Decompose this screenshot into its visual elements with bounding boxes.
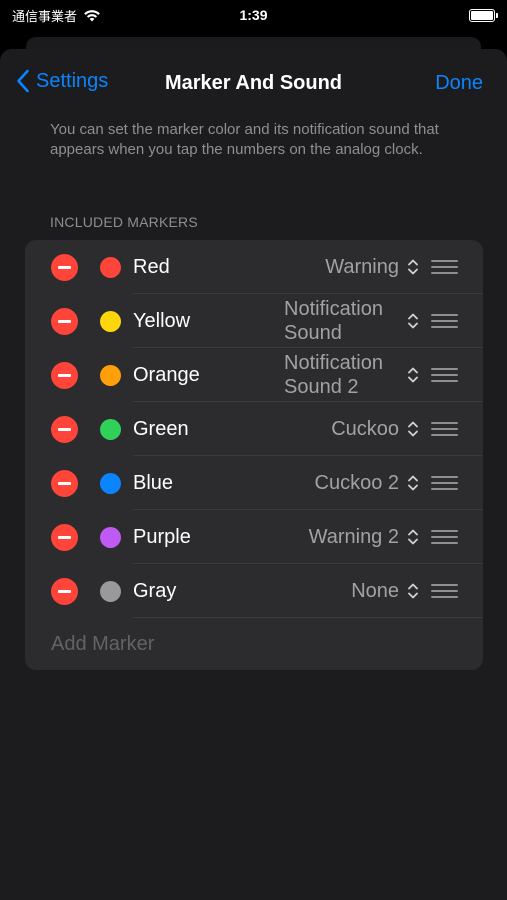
navigation-bar: Settings Marker And Sound Done	[0, 49, 507, 119]
carrier-label: 通信事業者	[12, 8, 78, 24]
sound-picker[interactable]: Notification Sound	[284, 297, 419, 345]
delete-marker-button[interactable]	[51, 416, 78, 443]
minus-icon	[58, 482, 71, 485]
sound-label: Notification Sound	[284, 298, 383, 344]
sound-picker[interactable]: Warning 2	[309, 525, 419, 549]
reorder-handle-icon[interactable]	[431, 368, 458, 382]
sound-label: Warning 2	[308, 526, 399, 548]
marker-color-dot	[100, 419, 121, 440]
marker-row: Yellow Notification Sound	[25, 294, 483, 348]
reorder-handle-icon[interactable]	[431, 584, 458, 598]
status-left: 通信事業者	[12, 6, 101, 25]
reorder-handle-icon[interactable]	[431, 422, 458, 436]
delete-marker-button[interactable]	[51, 362, 78, 389]
marker-name: Orange	[133, 363, 200, 386]
reorder-handle-icon[interactable]	[431, 314, 458, 328]
chevron-up-down-icon	[408, 583, 418, 599]
chevron-up-down-icon	[408, 367, 418, 383]
marker-row: Blue Cuckoo 2	[25, 456, 483, 510]
section-header: INCLUDED MARKERS	[50, 214, 198, 230]
marker-color-dot	[100, 311, 121, 332]
marker-name: Blue	[133, 471, 174, 494]
marker-row: Red Warning	[25, 240, 483, 294]
marker-color-dot	[100, 365, 121, 386]
wifi-icon	[84, 9, 100, 21]
status-bar: 通信事業者 1:39	[0, 0, 507, 30]
minus-icon	[58, 374, 71, 377]
done-button[interactable]: Done	[435, 72, 483, 95]
delete-marker-button[interactable]	[51, 470, 78, 497]
marker-name: Yellow	[133, 309, 191, 332]
delete-marker-button[interactable]	[51, 524, 78, 551]
chevron-up-down-icon	[408, 421, 418, 437]
marker-color-dot	[100, 527, 121, 548]
battery-icon	[469, 8, 498, 22]
minus-icon	[58, 266, 71, 269]
sound-label: Warning	[325, 256, 399, 278]
marker-name: Red	[133, 255, 170, 278]
reorder-handle-icon[interactable]	[431, 530, 458, 544]
minus-icon	[58, 428, 71, 431]
sound-picker[interactable]: Warning	[325, 255, 419, 279]
delete-marker-button[interactable]	[51, 308, 78, 335]
marker-row: Gray None	[25, 564, 483, 618]
sound-label: None	[351, 580, 399, 602]
marker-name: Gray	[133, 579, 177, 602]
sound-picker[interactable]: Notification Sound 2	[284, 351, 419, 399]
page-title: Marker And Sound	[164, 72, 343, 94]
reorder-handle-icon[interactable]	[431, 260, 458, 274]
marker-row: Orange Notification Sound 2	[25, 348, 483, 402]
marker-row: Green Cuckoo	[25, 402, 483, 456]
marker-row: Purple Warning 2	[25, 510, 483, 564]
sound-label: Cuckoo	[331, 418, 399, 440]
marker-color-dot	[100, 473, 121, 494]
delete-marker-button[interactable]	[51, 578, 78, 605]
marker-color-dot	[100, 257, 121, 278]
markers-list: Red Warning Yellow Notification Sound Orange…	[25, 240, 483, 670]
sound-picker[interactable]: Cuckoo	[331, 417, 419, 441]
chevron-up-down-icon	[408, 529, 418, 545]
add-marker-button[interactable]: Add Marker	[25, 618, 483, 670]
sound-picker[interactable]: Cuckoo 2	[315, 471, 420, 495]
marker-color-dot	[100, 581, 121, 602]
chevron-up-down-icon	[408, 259, 418, 275]
reorder-handle-icon[interactable]	[431, 476, 458, 490]
chevron-up-down-icon	[408, 313, 418, 329]
delete-marker-button[interactable]	[51, 254, 78, 281]
chevron-up-down-icon	[408, 475, 418, 491]
sound-label: Cuckoo 2	[314, 472, 400, 494]
minus-icon	[58, 590, 71, 593]
sound-picker[interactable]: None	[351, 579, 419, 603]
sound-label: Notification Sound 2	[284, 352, 383, 398]
minus-icon	[58, 536, 71, 539]
marker-name: Purple	[133, 525, 191, 548]
minus-icon	[58, 320, 71, 323]
marker-name: Green	[133, 417, 189, 440]
description-text: You can set the marker color and its not…	[50, 121, 439, 158]
